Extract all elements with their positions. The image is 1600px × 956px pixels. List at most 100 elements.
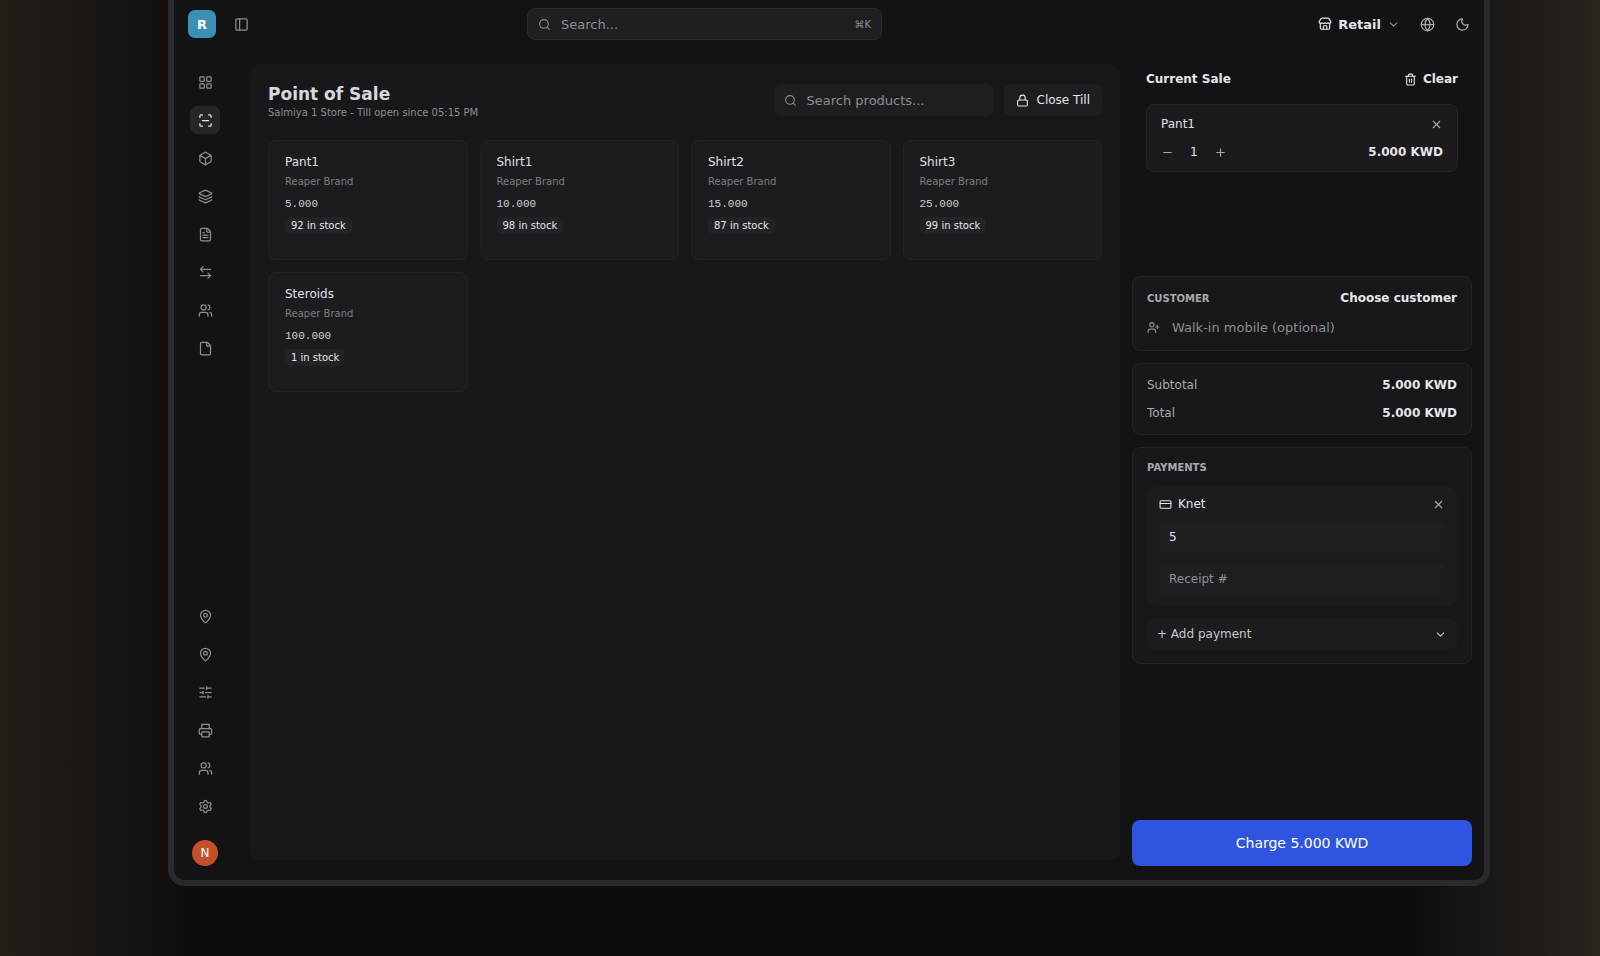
total-row: Total5.000 KWD <box>1147 406 1457 420</box>
map-pin-icon <box>198 609 213 624</box>
sidebar-item[interactable] <box>190 296 220 324</box>
card-icon <box>1159 498 1172 511</box>
plus-icon <box>1214 146 1227 159</box>
sale-items: Pant115.000 KWD <box>1132 94 1472 264</box>
product-card[interactable]: SteroidsReaper Brand100.0001 in stock <box>268 272 468 392</box>
top-bar: R ⌘K Retail <box>174 0 1484 48</box>
sidebar-item[interactable] <box>190 716 220 744</box>
sidebar-item[interactable] <box>190 220 220 248</box>
stock-badge: 99 in stock <box>920 217 987 234</box>
choose-customer-button[interactable]: Choose customer <box>1340 291 1457 305</box>
scan-icon <box>198 113 213 128</box>
remove-item-button[interactable] <box>1430 118 1443 131</box>
search-icon <box>784 94 797 107</box>
quantity: 1 <box>1190 145 1198 159</box>
payment-amount-input[interactable] <box>1159 521 1445 553</box>
sidebar-item[interactable] <box>190 602 220 630</box>
product-name: Shirt3 <box>920 155 1086 169</box>
chevron-down-icon <box>1434 628 1447 641</box>
users-icon <box>198 761 213 776</box>
transfer-icon <box>198 265 213 280</box>
product-search-input[interactable] <box>805 92 984 109</box>
stock-badge: 92 in stock <box>285 217 352 234</box>
quantity-stepper: 1 <box>1161 145 1227 159</box>
sale-item-name: Pant1 <box>1161 117 1195 131</box>
sidebar-item[interactable] <box>190 258 220 286</box>
receipt-input[interactable] <box>1159 563 1445 595</box>
chevron-down-icon <box>1387 18 1400 31</box>
product-card[interactable]: Shirt2Reaper Brand15.00087 in stock <box>691 140 891 260</box>
lock-icon <box>1016 94 1029 107</box>
minus-icon <box>1161 146 1174 159</box>
global-search[interactable]: ⌘K <box>527 8 882 40</box>
product-price: 5.000 <box>285 198 451 210</box>
shortcut-hint: ⌘K <box>854 19 871 30</box>
sidebar-item[interactable] <box>190 334 220 362</box>
sidebar-item[interactable] <box>190 792 220 820</box>
close-icon <box>1430 118 1443 131</box>
sidebar-item[interactable] <box>190 754 220 782</box>
sidebar: N <box>174 48 236 880</box>
users-icon <box>198 303 213 318</box>
monitor-screen: R ⌘K Retail N Point of Sale Salmiya 1 Store -… <box>168 0 1490 886</box>
product-brand: Reaper Brand <box>708 176 874 187</box>
gear-icon <box>198 799 213 814</box>
sale-panel: Current SaleClearPant115.000 KWDCUSTOMER… <box>1132 56 1472 866</box>
product-name: Pant1 <box>285 155 451 169</box>
product-card[interactable]: Pant1Reaper Brand5.00092 in stock <box>268 140 468 260</box>
panel-toggle-icon[interactable] <box>234 17 249 32</box>
add-payment-button[interactable]: + Add payment <box>1147 619 1457 649</box>
app-logo[interactable]: R <box>188 10 216 38</box>
product-price: 100.000 <box>285 330 451 342</box>
stock-badge: 1 in stock <box>285 349 345 366</box>
product-name: Shirt2 <box>708 155 874 169</box>
scene: R ⌘K Retail N Point of Sale Salmiya 1 Store -… <box>0 0 1600 956</box>
page-subtitle: Salmiya 1 Store - Till open since 05:15 … <box>268 107 764 118</box>
sidebar-item[interactable] <box>190 640 220 668</box>
payment-entry: Knet <box>1147 487 1457 605</box>
user-plus-icon <box>1147 321 1160 334</box>
sidebar-item[interactable] <box>190 678 220 706</box>
close-icon <box>1432 498 1445 511</box>
customer-label: CUSTOMER <box>1147 293 1209 304</box>
printer-icon <box>198 723 213 738</box>
product-name: Steroids <box>285 287 451 301</box>
trash-icon <box>1404 73 1417 86</box>
close-till-button[interactable]: Close Till <box>1004 84 1102 116</box>
stock-badge: 98 in stock <box>497 217 564 234</box>
top-actions: Retail <box>1318 17 1470 32</box>
clear-button[interactable]: Clear <box>1404 72 1458 86</box>
sidebar-item[interactable] <box>190 182 220 210</box>
page-title: Point of Sale <box>268 84 764 104</box>
sidebar-item[interactable] <box>190 68 220 96</box>
product-brand: Reaper Brand <box>920 176 1086 187</box>
globe-icon[interactable] <box>1420 17 1435 32</box>
product-price: 15.000 <box>708 198 874 210</box>
products-panel: Point of Sale Salmiya 1 Store - Till open… <box>250 64 1120 860</box>
store-icon <box>1318 17 1332 31</box>
walk-in-mobile-input[interactable] <box>1170 319 1457 336</box>
layers-icon <box>198 189 213 204</box>
product-card[interactable]: Shirt3 Reaper Brand 25.000 99 in stock <box>903 140 1103 260</box>
moon-icon[interactable] <box>1455 17 1470 32</box>
user-avatar[interactable]: N <box>192 840 218 866</box>
increase-button[interactable] <box>1214 146 1227 159</box>
sidebar-item[interactable] <box>190 106 220 134</box>
store-selector[interactable]: Retail <box>1318 17 1400 32</box>
product-search[interactable] <box>774 84 994 116</box>
decrease-button[interactable] <box>1161 146 1174 159</box>
product-grid: Pant1Reaper Brand5.00092 in stockShirt1R… <box>268 140 1102 392</box>
sale-item: Pant115.000 KWD <box>1146 104 1458 172</box>
sidebar-item[interactable] <box>190 144 220 172</box>
remove-payment-button[interactable] <box>1432 498 1445 511</box>
global-search-input[interactable] <box>559 16 846 33</box>
total-row: Subtotal5.000 KWD <box>1147 378 1457 392</box>
product-card[interactable]: Shirt1Reaper Brand10.00098 in stock <box>480 140 680 260</box>
payments-label: PAYMENTS <box>1147 462 1457 473</box>
document-icon <box>198 227 213 242</box>
charge-button[interactable]: Charge 5.000 KWD <box>1132 820 1472 866</box>
product-name: Shirt1 <box>497 155 663 169</box>
product-price: 25.000 <box>920 198 1086 210</box>
search-icon <box>538 18 551 31</box>
totals-box: Subtotal5.000 KWD Total5.000 KWD <box>1132 363 1472 435</box>
